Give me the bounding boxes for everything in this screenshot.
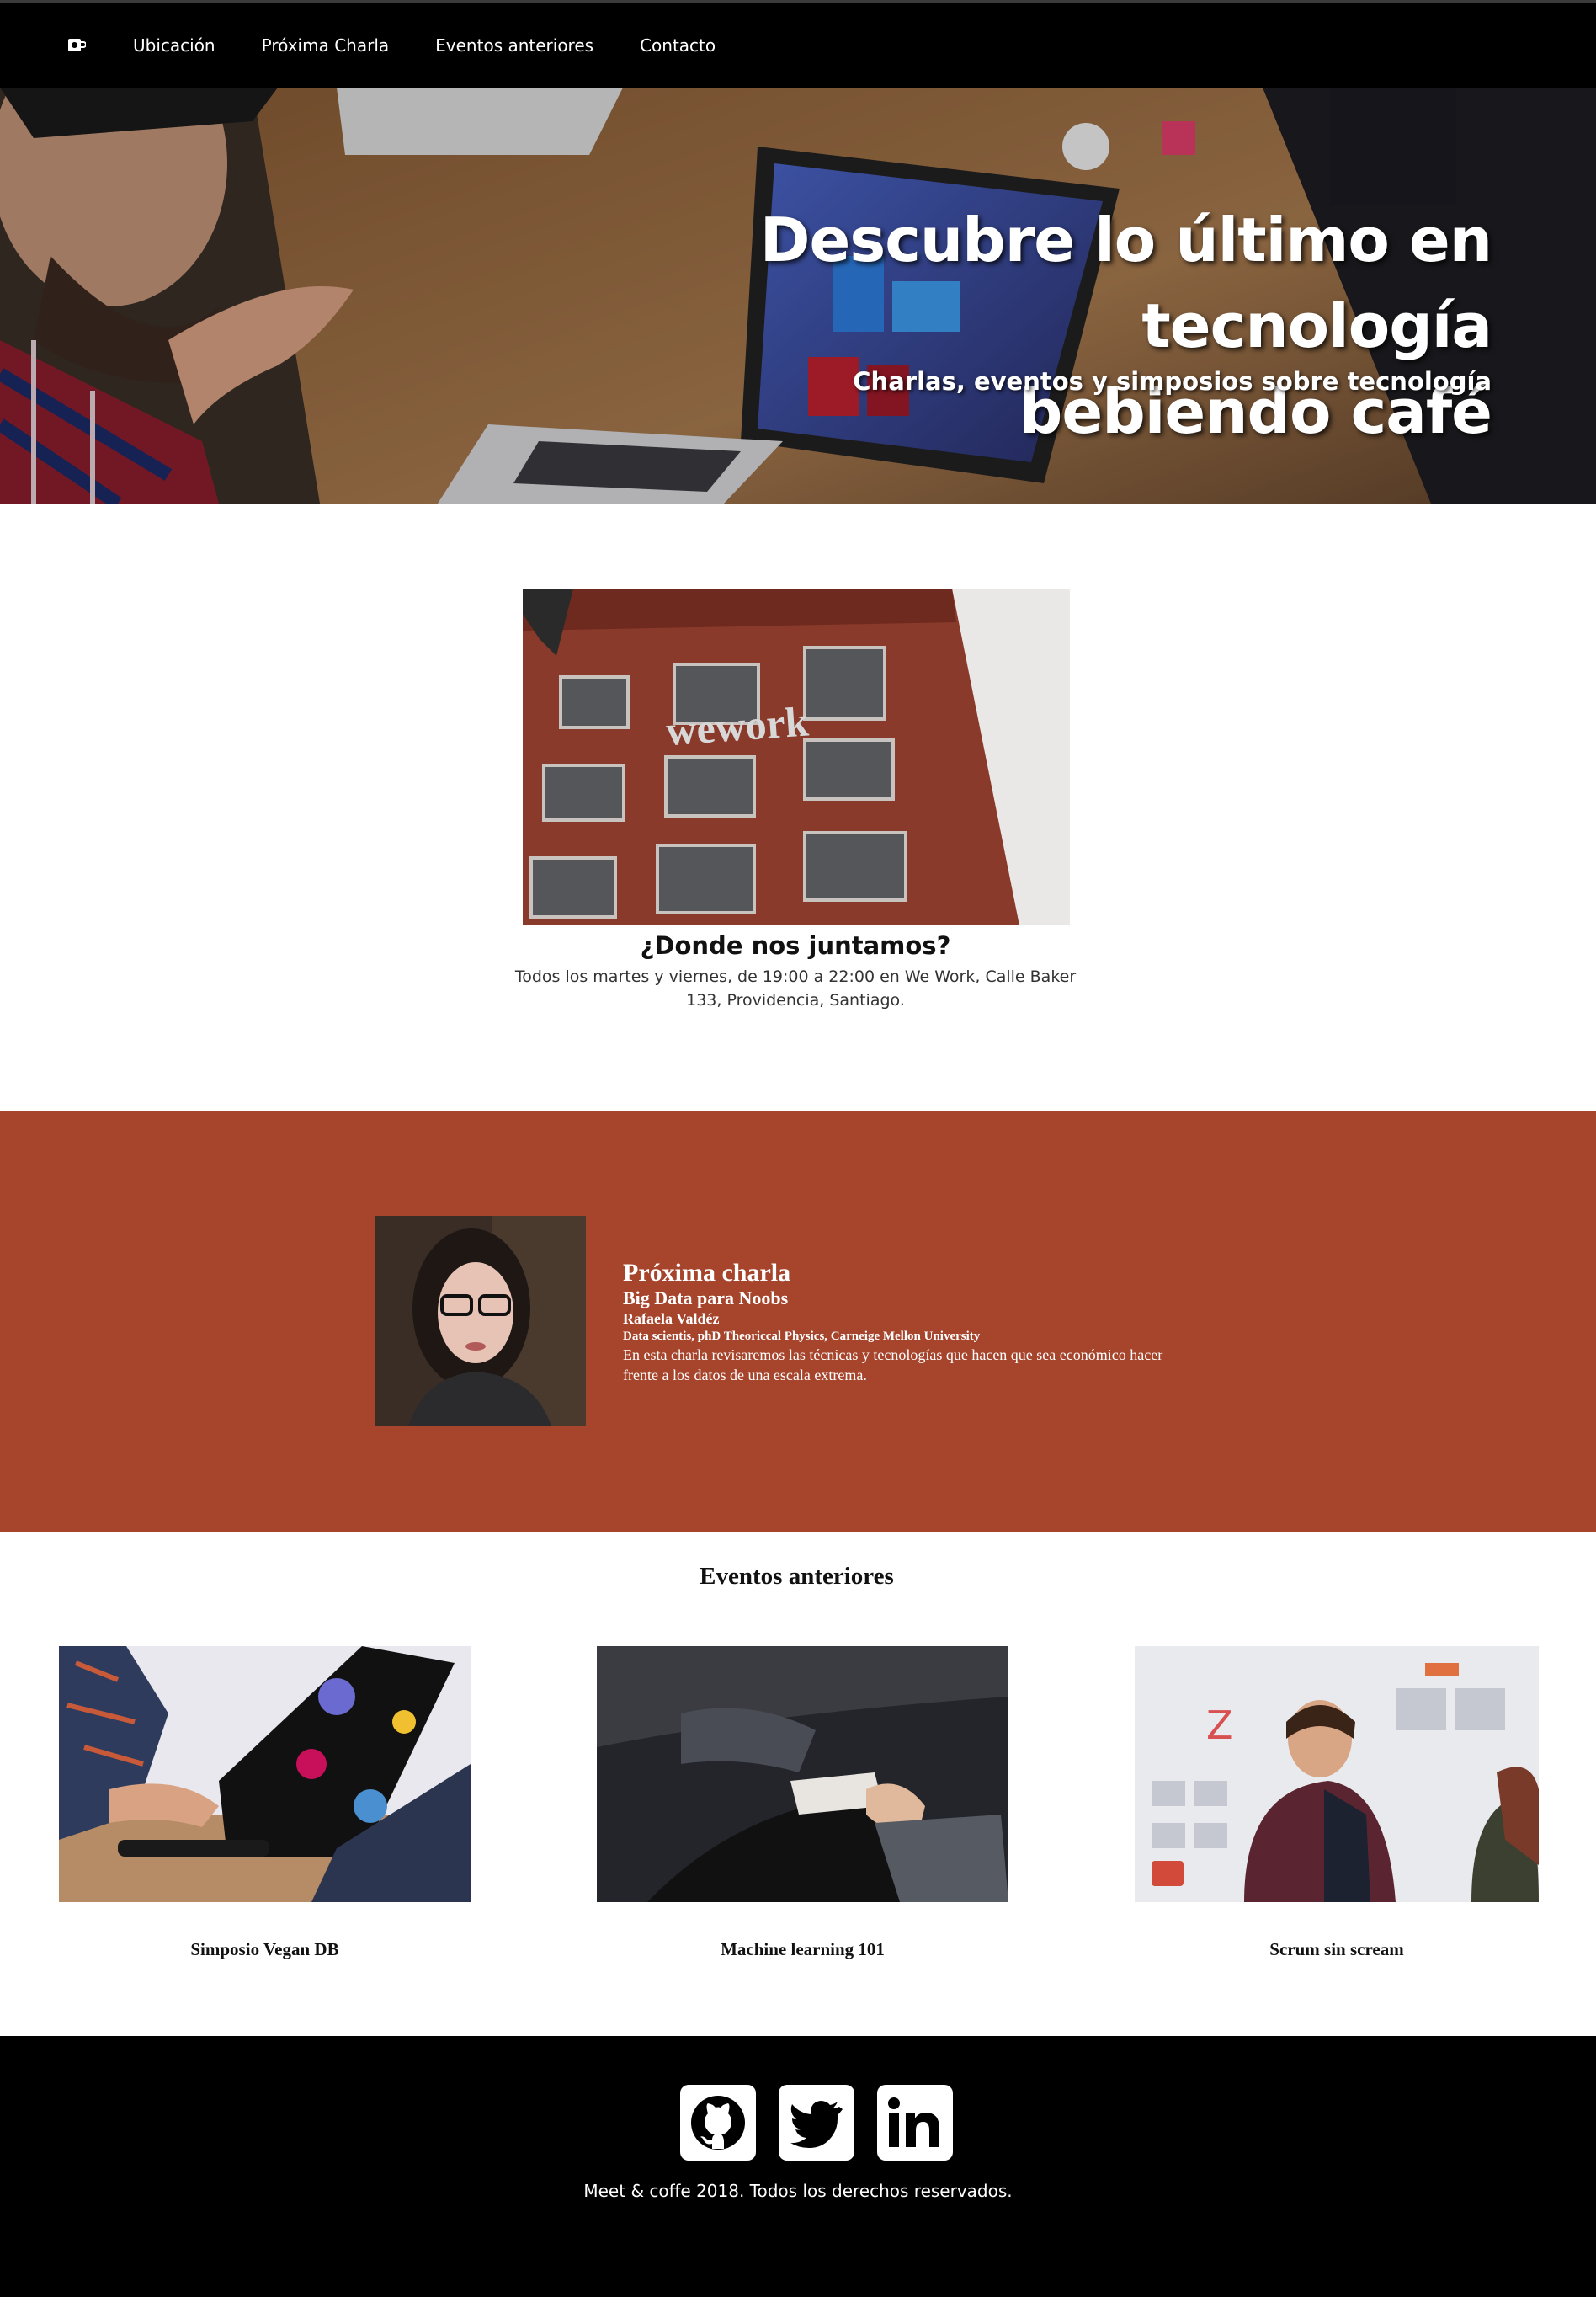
nav-item-contacto[interactable]: Contacto [640, 35, 716, 56]
hero-title: Descubre lo último en tecnología bebiend… [397, 197, 1492, 455]
next-talk-heading: Próxima charla [623, 1259, 791, 1287]
next-talk-title: Big Data para Noobs [623, 1287, 789, 1308]
twitter-link[interactable] [779, 2085, 854, 2161]
nav-links: Ubicación Próxima Charla Eventos anterio… [133, 3, 762, 88]
past-event-card[interactable]: Simposio Vegan DB [59, 1646, 471, 1959]
hero-title-line1: Descubre lo último en tecnología [759, 205, 1492, 361]
past-event-card[interactable]: Machine learning 101 [597, 1646, 1008, 1959]
location-title: ¿Donde nos juntamos? [640, 931, 951, 960]
github-link[interactable] [680, 2085, 756, 2161]
copyright-text: Meet & coffe 2018. Todos los derechos re… [583, 2181, 1013, 2201]
linkedin-icon[interactable] [877, 2085, 953, 2161]
footer: Meet & coffe 2018. Todos los derechos re… [0, 2036, 1596, 2297]
next-talk-info: Próxima charla Big Data para Noobs Rafae… [623, 1259, 1195, 1385]
past-event-caption[interactable]: Simposio Vegan DB [59, 1939, 471, 1960]
past-event-caption[interactable]: Machine learning 101 [597, 1939, 1008, 1960]
nav-item-eventos-anteriores[interactable]: Eventos anteriores [435, 35, 593, 56]
wework-building-illustration: wework [523, 589, 1070, 925]
hero-banner: Descubre lo último en tecnología bebiend… [0, 88, 1596, 504]
hero-subtitle: Charlas, eventos y simposios sobre tecno… [853, 367, 1492, 396]
nav-item-ubicacion[interactable]: Ubicación [133, 35, 215, 56]
svg-text:Z: Z [1206, 1703, 1233, 1748]
past-event-image: Z [1135, 1646, 1539, 1902]
next-talk-section: Próxima charla Big Data para Noobs Rafae… [0, 1111, 1596, 1532]
wework-sign: wework [664, 697, 810, 754]
past-events-title: Eventos anteriores [700, 1563, 894, 1590]
location-image: wework [523, 589, 1070, 925]
coffee-cup-icon[interactable] [67, 37, 86, 54]
past-event-image [597, 1646, 1008, 1902]
github-icon[interactable] [680, 2085, 756, 2161]
location-description: Todos los martes y viernes, de 19:00 a 2… [514, 967, 1077, 1010]
top-nav: Ubicación Próxima Charla Eventos anterio… [0, 0, 1596, 88]
linkedin-link[interactable] [877, 2085, 953, 2161]
past-event-image [59, 1646, 471, 1902]
twitter-icon[interactable] [779, 2085, 854, 2161]
past-event-caption[interactable]: Scrum sin scream [1135, 1939, 1539, 1960]
speaker-photo [375, 1216, 586, 1426]
speaker-bio: Data scientis, phD Theoriccal Physics, C… [623, 1330, 981, 1343]
past-event-card[interactable]: Z Scrum sin scream [1135, 1646, 1539, 1959]
speaker-name: Rafaela Valdéz [623, 1310, 720, 1327]
next-talk-description: En esta charla revisaremos las técnicas … [623, 1346, 1163, 1383]
nav-item-proxima-charla[interactable]: Próxima Charla [262, 35, 390, 56]
